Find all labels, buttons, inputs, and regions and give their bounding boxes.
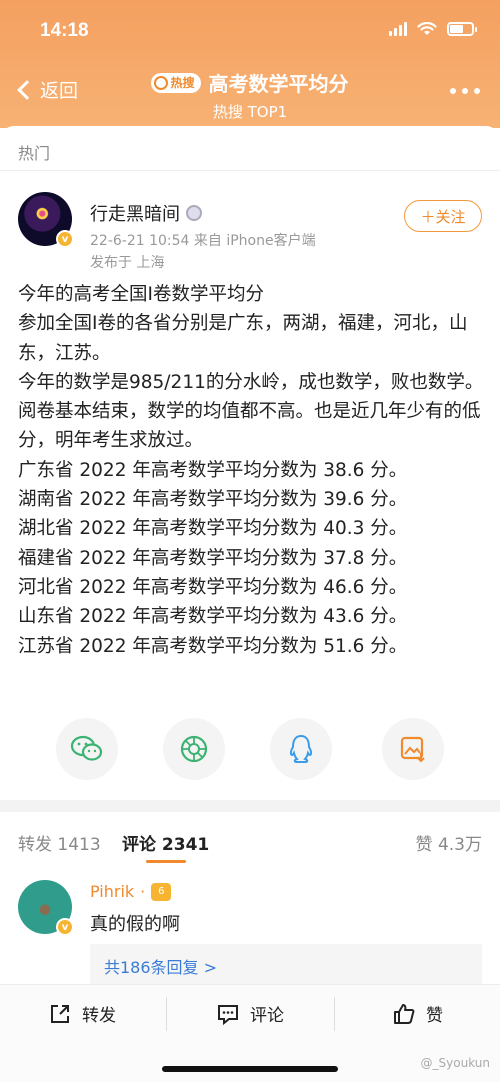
home-indicator[interactable] [162, 1066, 338, 1072]
tab-comment[interactable]: 评论 2341 [122, 830, 209, 855]
section-label: 热门 [18, 144, 51, 163]
save-image-icon [400, 736, 425, 763]
dot-separator: · [140, 882, 146, 901]
comment-icon [218, 1004, 238, 1025]
status-time: 14:18 [40, 20, 89, 41]
save-image-button[interactable] [382, 718, 444, 780]
tab-repost[interactable]: 转发 1413 [18, 830, 101, 855]
view-replies-link[interactable]: 共186条回复 > [90, 944, 482, 984]
wechat-share-button[interactable] [56, 718, 118, 780]
post-location: 发布于 上海 [90, 255, 165, 271]
post-paragraph: 福建省 2022 年高考数学平均分数为 37.8 分。 [18, 547, 408, 569]
status-bar: 14:18 [0, 0, 500, 60]
qq-icon [289, 734, 313, 763]
nav-bar: 返回 热搜 高考数学平均分 热搜 TOP1 [0, 62, 500, 122]
comment-text: 真的假的啊 [90, 914, 180, 935]
post-meta: 22-6-21 10:54 来自 iPhone客户端 [90, 233, 316, 249]
post-username[interactable]: 行走黑暗间 [90, 200, 202, 226]
post-paragraph: 今年的高考全国I卷数学平均分 [18, 284, 264, 305]
content-sheet: 热门 v 行走黑暗间 22-6-21 10:54 来自 iPhone客户端 发布… [0, 126, 500, 802]
post-body: 今年的高考全国I卷数学平均分 参加全国I卷的各省分别是广东，两湖，福建，河北，山… [18, 280, 486, 661]
follow-button[interactable]: ＋关注 [404, 200, 482, 232]
title-block: 热搜 高考数学平均分 热搜 TOP1 [0, 68, 500, 122]
watermark: @_Syoukun [420, 1056, 490, 1070]
post-paragraph: 江苏省 2022 年高考数学平均分数为 51.6 分。 [18, 635, 408, 657]
comment-label: 评论 [250, 1006, 284, 1026]
status-icons [389, 22, 477, 36]
share-row [0, 718, 500, 782]
divider [0, 170, 500, 171]
tab-like[interactable]: 赞 4.3万 [416, 830, 482, 855]
page-subtitle: 热搜 TOP1 [212, 103, 288, 121]
moments-share-button[interactable] [163, 718, 225, 780]
moments-icon [180, 735, 208, 763]
post-paragraph: 湖南省 2022 年高考数学平均分数为 39.6 分。 [18, 489, 408, 511]
interaction-tabs: 转发 1413 评论 2341 赞 4.3万 [0, 812, 500, 866]
post-paragraph: 广东省 2022 年高考数学平均分数为 38.6 分。 [18, 459, 408, 481]
post-paragraph: 河北省 2022 年高考数学平均分数为 46.6 分。 [18, 576, 408, 598]
post-paragraph: 湖北省 2022 年高考数学平均分数为 40.3 分。 [18, 518, 408, 540]
repost-label: 转发 [82, 1006, 116, 1026]
hot-badge-label: 热搜 [170, 76, 195, 90]
repost-button[interactable]: 转发 [48, 1001, 116, 1026]
hot-search-badge: 热搜 [151, 72, 201, 93]
post-paragraph: 今年的数学是985/211的分水岭，成也数学，败也数学。 [18, 371, 484, 393]
like-label: 赞 [426, 1006, 443, 1026]
comment-button[interactable]: 评论 [216, 1001, 284, 1026]
comment-username[interactable]: Pihrik · 6 [90, 882, 172, 901]
like-button[interactable]: 赞 [392, 1001, 443, 1026]
thumbs-up-icon [394, 1003, 415, 1024]
comment-username-label: Pihrik [90, 882, 135, 901]
signal-icon [389, 22, 407, 36]
active-tab-indicator [146, 860, 186, 863]
more-icon[interactable] [450, 88, 480, 94]
divider [166, 997, 167, 1031]
wifi-icon [417, 22, 437, 35]
search-icon [154, 75, 169, 90]
qq-share-button[interactable] [270, 718, 332, 780]
medal-icon [186, 205, 202, 221]
username-label: 行走黑暗间 [90, 204, 180, 225]
verified-badge-icon: v [56, 918, 74, 936]
vip-badge-icon: 6 [151, 882, 172, 901]
post-paragraph: 山东省 2022 年高考数学平均分数为 43.6 分。 [18, 606, 408, 628]
wechat-icon [70, 735, 103, 761]
post-paragraph: 阅卷基本结束，数学的均值都不高。也是近几年少有的低分，明年考生求放过。 [18, 401, 481, 452]
repost-icon [51, 1004, 69, 1023]
divider [334, 997, 335, 1031]
battery-icon [447, 22, 477, 36]
page-title: 高考数学平均分 [208, 72, 349, 96]
post-paragraph: 参加全国I卷的各省分别是广东，两湖，福建，河北，山东，江苏。 [18, 313, 468, 364]
section-gap [0, 800, 500, 812]
verified-badge-icon: v [56, 230, 74, 248]
